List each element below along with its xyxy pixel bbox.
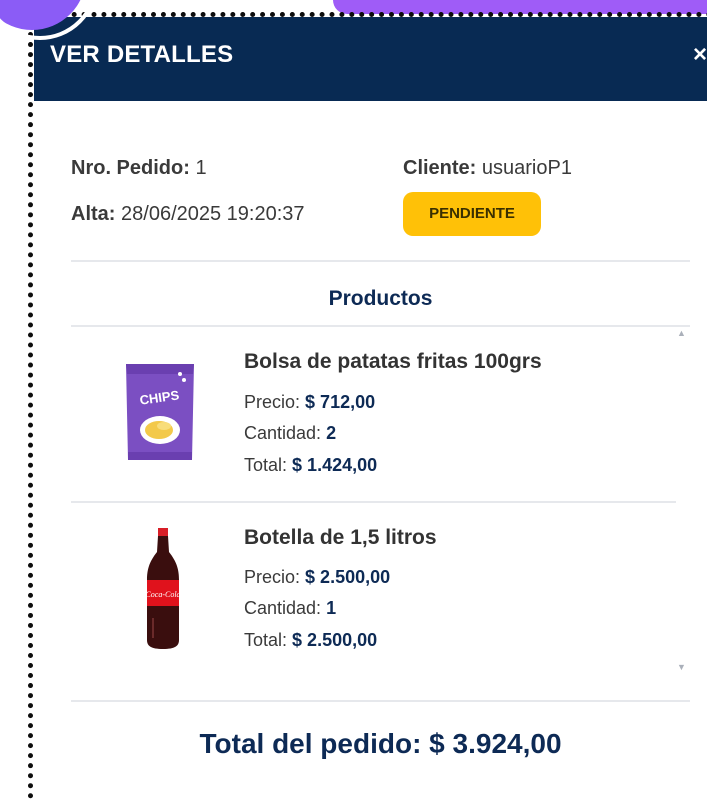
quantity-value: 1 bbox=[326, 598, 337, 618]
soda-bottle-icon: Coca-Cola bbox=[145, 528, 181, 649]
price-value: $ 2.500,00 bbox=[305, 567, 391, 587]
order-number-value: 1 bbox=[195, 157, 207, 179]
client-label: Cliente: bbox=[403, 157, 477, 179]
bottle-label: Coca-Cola bbox=[145, 590, 180, 599]
status-badge: PENDIENTE bbox=[403, 192, 541, 236]
scroll-up-icon[interactable]: ▲ bbox=[677, 328, 686, 338]
products-heading: Productos bbox=[328, 287, 433, 310]
product-quantity: Cantidad: 1 bbox=[244, 598, 336, 619]
quantity-label: Cantidad: bbox=[244, 423, 322, 443]
divider bbox=[71, 260, 690, 262]
total-label: Total: bbox=[244, 630, 288, 650]
product-name: Botella de 1,5 litros bbox=[244, 526, 437, 549]
order-number-label: Nro. Pedido: bbox=[71, 157, 190, 179]
product-total: Total: $ 2.500,00 bbox=[244, 630, 377, 651]
chips-bag-icon: CHIPS bbox=[126, 364, 194, 460]
order-created: Alta: 28/06/2025 19:20:37 bbox=[71, 203, 305, 226]
close-icon[interactable]: × bbox=[693, 43, 707, 67]
price-value: $ 712,00 bbox=[305, 392, 376, 412]
divider bbox=[71, 700, 690, 702]
product-total: Total: $ 1.424,00 bbox=[244, 455, 377, 476]
quantity-value: 2 bbox=[326, 423, 337, 443]
order-number: Nro. Pedido: 1 bbox=[71, 157, 207, 180]
price-label: Precio: bbox=[244, 392, 301, 412]
created-value: 28/06/2025 19:20:37 bbox=[121, 203, 305, 225]
client-value: usuarioP1 bbox=[481, 157, 572, 179]
product-price: Precio: $ 712,00 bbox=[244, 392, 375, 413]
order-client: Cliente: usuarioP1 bbox=[403, 157, 572, 180]
created-label: Alta: bbox=[71, 203, 116, 225]
divider bbox=[71, 325, 690, 327]
modal-title: VER DETALLES bbox=[50, 41, 234, 68]
scroll-down-icon[interactable]: ▼ bbox=[677, 662, 686, 672]
total-value: $ 1.424,00 bbox=[292, 455, 378, 475]
product-price: Precio: $ 2.500,00 bbox=[244, 567, 390, 588]
quantity-label: Cantidad: bbox=[244, 598, 322, 618]
order-total: Total del pedido: $ 3.924,00 bbox=[199, 728, 562, 759]
total-label: Total: bbox=[244, 455, 288, 475]
modal-header: VER DETALLES × bbox=[34, 17, 707, 101]
dotted-border-left bbox=[28, 12, 33, 799]
divider bbox=[71, 501, 676, 503]
product-quantity: Cantidad: 2 bbox=[244, 423, 336, 444]
price-label: Precio: bbox=[244, 567, 301, 587]
total-value: $ 2.500,00 bbox=[292, 630, 378, 650]
product-name: Bolsa de patatas fritas 100grs bbox=[244, 350, 542, 373]
